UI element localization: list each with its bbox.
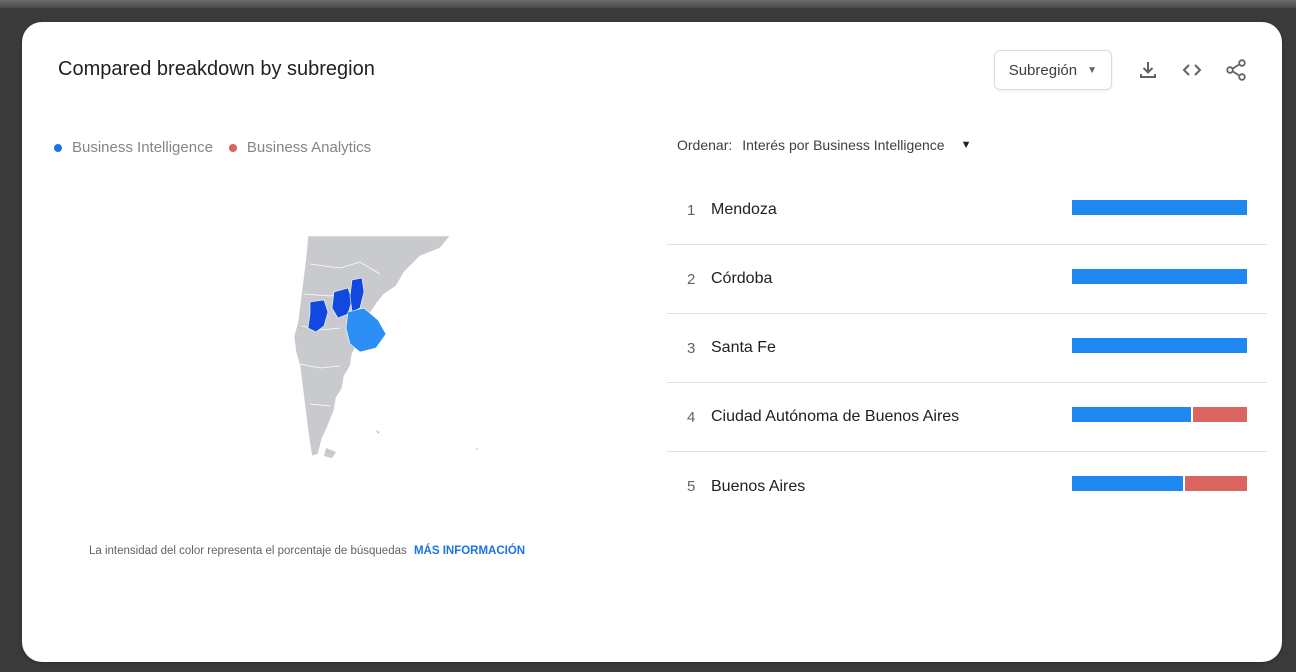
ranking-row[interactable]: 1 Mendoza bbox=[667, 176, 1267, 245]
caret-down-icon: ▼ bbox=[1087, 64, 1097, 76]
region-name: Ciudad Autónoma de Buenos Aires bbox=[711, 408, 960, 425]
bar-segment-business-intelligence bbox=[1072, 407, 1192, 422]
region-name: Mendoza bbox=[711, 201, 777, 218]
bar-segment-business-intelligence bbox=[1072, 269, 1247, 284]
chart-legend: Business Intelligence Business Analytics bbox=[54, 139, 387, 156]
comparison-bar bbox=[1072, 476, 1247, 491]
legend-label: Business Intelligence bbox=[72, 139, 213, 156]
card-toolbar: Subregión ▼ bbox=[993, 50, 1254, 90]
ranking-row[interactable]: 5 Buenos Aires bbox=[667, 452, 1267, 521]
sort-value[interactable]: Interés por Business Intelligence bbox=[742, 137, 944, 153]
bar-segment-business-analytics bbox=[1193, 407, 1247, 422]
rank-number: 4 bbox=[687, 408, 696, 426]
rank-number: 2 bbox=[687, 270, 696, 288]
sort-control[interactable]: Ordenar: Interés por Business Intelligen… bbox=[677, 137, 971, 153]
comparison-bar bbox=[1072, 200, 1247, 215]
footnote-text: La intensidad del color representa el po… bbox=[89, 545, 407, 557]
bar-segment-business-intelligence bbox=[1072, 338, 1247, 353]
sort-label: Ordenar: bbox=[677, 137, 733, 153]
map-footnote: La intensidad del color representa el po… bbox=[89, 545, 525, 557]
bar-segment-business-analytics bbox=[1184, 476, 1247, 491]
ranking-row[interactable]: 3 Santa Fe bbox=[667, 314, 1267, 383]
comparison-bar bbox=[1072, 407, 1247, 422]
window-top-strip bbox=[0, 0, 1296, 8]
comparison-bar bbox=[1072, 269, 1247, 284]
ranking-row[interactable]: 2 Córdoba bbox=[667, 245, 1267, 314]
subregion-select[interactable]: Subregión ▼ bbox=[993, 50, 1112, 90]
bar-segment-business-intelligence bbox=[1072, 200, 1247, 215]
legend-item-business-analytics: Business Analytics bbox=[228, 139, 372, 156]
region-name: Buenos Aires bbox=[711, 477, 806, 495]
legend-dot bbox=[228, 143, 237, 152]
rank-number: 3 bbox=[687, 339, 696, 357]
card-title: Compared breakdown by subregion bbox=[58, 58, 375, 80]
subregion-breakdown-card: Compared breakdown by subregion Subregió… bbox=[22, 22, 1282, 662]
region-name: Córdoba bbox=[711, 270, 773, 287]
comparison-bar bbox=[1072, 338, 1247, 353]
bar-segment-business-intelligence bbox=[1072, 476, 1183, 491]
embed-code-icon[interactable] bbox=[1174, 52, 1210, 88]
subregion-select-label: Subregión bbox=[1008, 61, 1078, 79]
ranking-list: 1 Mendoza 2 Córdoba 3 Santa Fe 4 Ciudad Autónom… bbox=[667, 176, 1267, 521]
region-name: Santa Fe bbox=[711, 339, 776, 356]
legend-label: Business Analytics bbox=[246, 139, 372, 156]
caret-down-icon[interactable]: ▼ bbox=[961, 139, 972, 151]
rank-number: 5 bbox=[687, 478, 696, 495]
legend-item-business-intelligence: Business Intelligence bbox=[54, 139, 213, 156]
argentina-map[interactable] bbox=[280, 234, 480, 464]
more-info-link[interactable]: MÁS INFORMACIÓN bbox=[414, 545, 525, 557]
map-province-buenos-aires bbox=[345, 307, 387, 353]
legend-dot bbox=[54, 143, 62, 152]
ranking-row[interactable]: 4 Ciudad Autónoma de Buenos Aires bbox=[667, 383, 1267, 452]
share-icon[interactable] bbox=[1218, 52, 1254, 88]
rank-number: 1 bbox=[687, 201, 696, 219]
download-icon[interactable] bbox=[1130, 52, 1166, 88]
